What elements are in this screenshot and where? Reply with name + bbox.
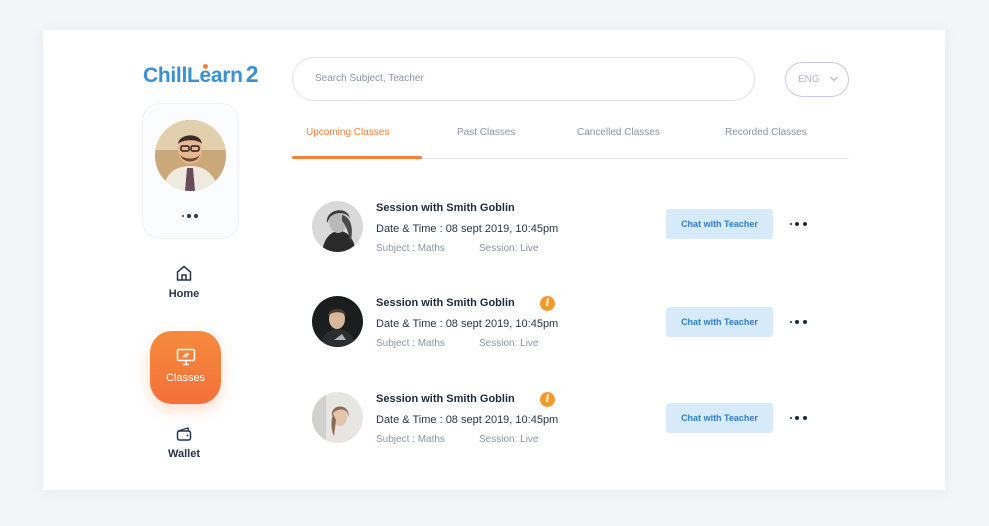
tab-past-classes[interactable]: Past Classes	[457, 127, 515, 138]
session-subject: Subject : Maths	[376, 434, 445, 445]
search-input[interactable]: Search Subject, Teacher	[292, 57, 755, 101]
wallet-icon	[176, 427, 192, 441]
home-icon	[176, 265, 192, 281]
nav-classes[interactable]: Classes	[150, 331, 221, 404]
search-placeholder: Search Subject, Teacher	[315, 73, 424, 84]
nav-home-label: Home	[168, 288, 200, 300]
tab-cancelled-classes[interactable]: Cancelled Classes	[577, 127, 660, 138]
profile-more-icon[interactable]	[182, 213, 202, 219]
chat-with-teacher-button[interactable]: Chat with Teacher	[666, 209, 773, 239]
teacher-avatar[interactable]	[312, 296, 363, 347]
info-icon[interactable]: i	[540, 392, 555, 407]
session-item: Session with Smith Goblin i Date & Time …	[312, 392, 832, 452]
session-subject: Subject : Maths	[376, 243, 445, 254]
logo-number: 2	[245, 61, 259, 87]
nav-home[interactable]: Home	[148, 264, 220, 300]
session-title: Session with Smith Goblin	[376, 202, 515, 214]
session-subject: Subject : Maths	[376, 338, 445, 349]
profile-card	[142, 103, 239, 239]
session-date-time: Date & Time : 08 sept 2019, 10:45pm	[376, 318, 559, 330]
more-options-icon[interactable]	[790, 415, 812, 421]
language-value: ENG	[798, 74, 820, 85]
teacher-avatar[interactable]	[312, 201, 363, 252]
session-title: Session with Smith Goblin	[376, 297, 515, 309]
language-select[interactable]: ENG	[785, 62, 849, 97]
chat-with-teacher-button[interactable]: Chat with Teacher	[666, 403, 773, 433]
info-icon[interactable]: i	[540, 296, 555, 311]
teacher-avatar[interactable]	[312, 392, 363, 443]
session-item: Session with Smith Goblin i Date & Time …	[312, 296, 832, 356]
logo-accent-dot	[203, 64, 208, 69]
more-options-icon[interactable]	[790, 319, 812, 325]
nav-wallet[interactable]: Wallet	[148, 426, 220, 460]
chevron-down-icon	[830, 76, 838, 82]
classes-monitor-icon	[176, 348, 195, 366]
session-date-time: Date & Time : 08 sept 2019, 10:45pm	[376, 223, 559, 235]
more-options-icon[interactable]	[790, 221, 812, 227]
app-logo[interactable]: ChillLearn 2	[143, 61, 258, 88]
session-status: Session: Live	[479, 243, 539, 254]
session-item: Session with Smith Goblin Date & Time : …	[312, 201, 832, 261]
nav-wallet-label: Wallet	[168, 448, 200, 460]
avatar[interactable]	[155, 120, 226, 191]
chat-with-teacher-button[interactable]: Chat with Teacher	[666, 307, 773, 337]
tab-upcoming-classes[interactable]: Upcoming Classes	[306, 127, 389, 138]
session-status: Session: Live	[479, 338, 539, 349]
nav-classes-label: Classes	[165, 372, 206, 384]
tab-recorded-classes[interactable]: Recorded Classes	[725, 127, 807, 138]
active-tab-indicator	[292, 156, 422, 159]
logo-text: ChillLearn	[143, 64, 243, 87]
session-date-time: Date & Time : 08 sept 2019, 10:45pm	[376, 414, 559, 426]
class-tabs: Upcoming Classes Past Classes Cancelled …	[292, 120, 849, 159]
session-status: Session: Live	[479, 434, 539, 445]
session-title: Session with Smith Goblin	[376, 393, 515, 405]
